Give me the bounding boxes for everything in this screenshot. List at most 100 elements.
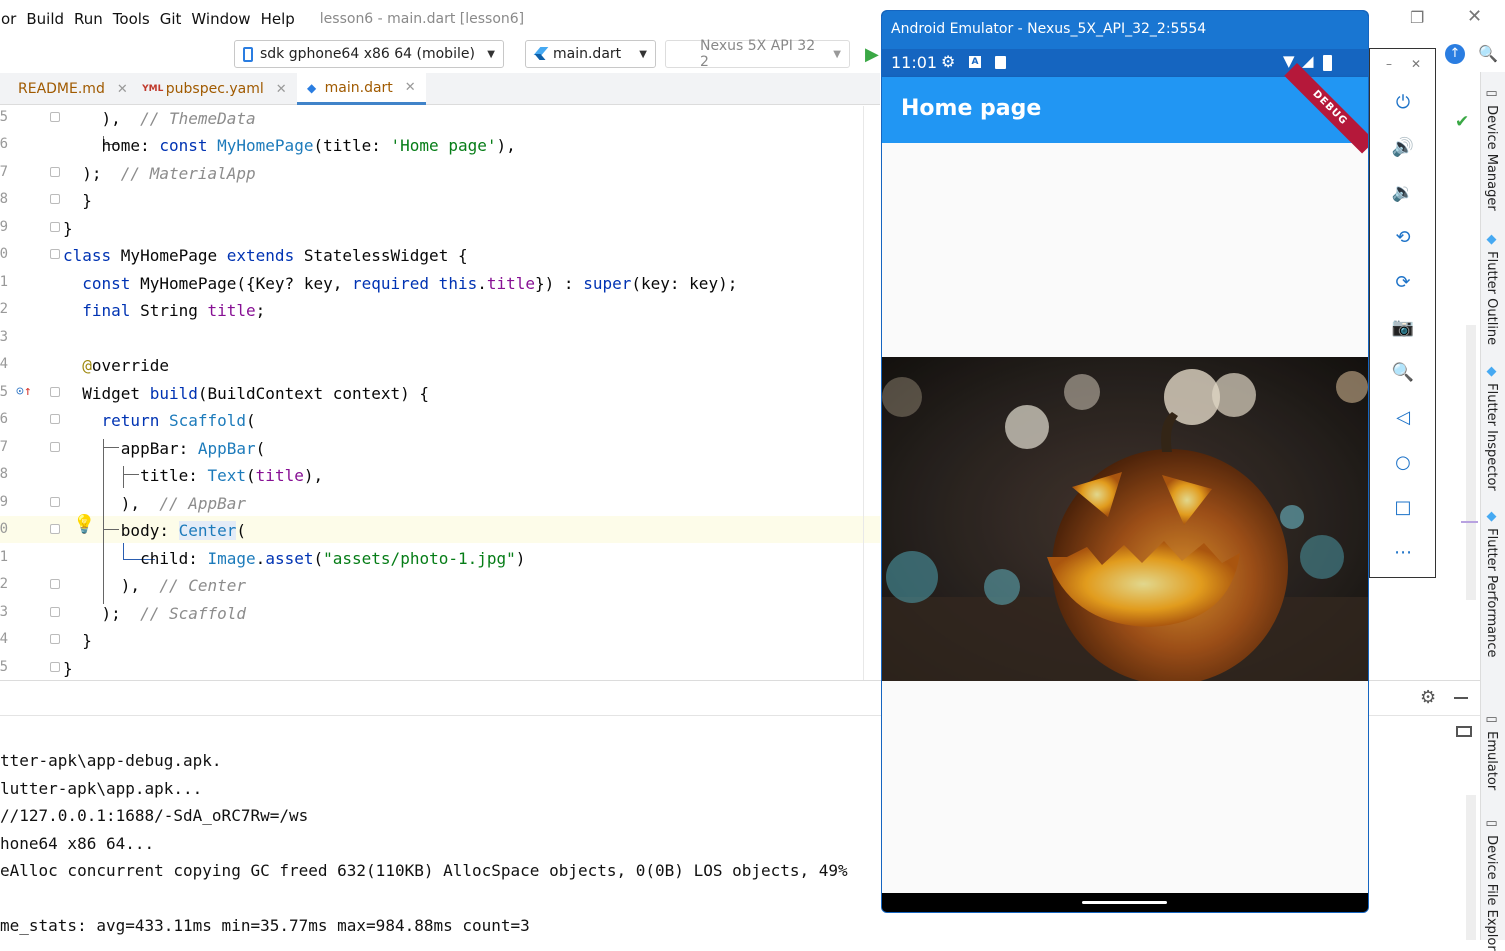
menu-item-help[interactable]: Help bbox=[256, 10, 300, 28]
minimize-icon[interactable] bbox=[1454, 697, 1468, 699]
close-icon[interactable]: ✕ bbox=[405, 80, 416, 95]
fold-marker-icon[interactable] bbox=[50, 662, 60, 672]
fold-marker-icon[interactable] bbox=[50, 387, 60, 397]
home-icon[interactable]: ○ bbox=[1390, 449, 1416, 475]
console-line: lutter-apk\app.apk... bbox=[0, 779, 203, 798]
tab-main-dart[interactable]: ◆ main.dart ✕ bbox=[296, 73, 426, 105]
app-bar-title: Home page bbox=[901, 96, 1042, 121]
app-body[interactable] bbox=[882, 143, 1368, 893]
right-tool-strip: ▭ Device Manager ◆ Flutter Outline ◆ Flu… bbox=[1480, 72, 1505, 951]
line-number: 0 bbox=[0, 246, 8, 262]
line-number: 1 bbox=[0, 549, 8, 565]
code-line: appBar: AppBar( bbox=[63, 439, 266, 458]
volume-down-icon[interactable]: 🔉 bbox=[1390, 179, 1416, 205]
more-icon[interactable]: ⋯ bbox=[1390, 539, 1416, 565]
line-number: 9 bbox=[0, 494, 8, 510]
fold-marker-icon[interactable] bbox=[50, 414, 60, 424]
rotate-left-icon[interactable]: ⟲ bbox=[1390, 224, 1416, 250]
menu-item-git[interactable]: Git bbox=[155, 10, 187, 28]
fold-marker-icon[interactable] bbox=[50, 524, 60, 534]
emulator-title-bar[interactable]: Android Emulator - Nexus_5X_API_32_2:555… bbox=[882, 11, 1368, 49]
gear-icon[interactable]: ⚙ bbox=[1420, 687, 1436, 708]
fold-marker-icon[interactable] bbox=[50, 112, 60, 122]
code-line: @override bbox=[82, 356, 169, 375]
home-gesture-pill[interactable] bbox=[1082, 901, 1167, 904]
tab-readme[interactable]: README.md ✕ bbox=[0, 73, 138, 105]
close-icon[interactable]: ✕ bbox=[276, 82, 287, 97]
code-line: Widget build(BuildContext context) { bbox=[63, 384, 430, 403]
rotate-right-icon[interactable]: ⟳ bbox=[1390, 269, 1416, 295]
search-icon[interactable]: 🔍 bbox=[1478, 44, 1498, 63]
fold-marker-icon[interactable] bbox=[50, 249, 60, 259]
battery-icon bbox=[1323, 55, 1332, 71]
tool-flutter-outline[interactable]: ◆ Flutter Outline bbox=[1484, 232, 1499, 345]
menu-item-build[interactable]: Build bbox=[21, 10, 69, 28]
fold-marker-icon[interactable] bbox=[50, 634, 60, 644]
line-number: 0 bbox=[0, 521, 8, 537]
close-window-icon[interactable]: ✕ bbox=[1467, 6, 1482, 27]
code-line: } bbox=[63, 631, 92, 650]
menu-item-window[interactable]: Window bbox=[186, 10, 255, 28]
fold-marker-icon[interactable] bbox=[50, 497, 60, 507]
chevron-down-icon: ▼ bbox=[639, 48, 647, 60]
back-icon[interactable]: ◁ bbox=[1390, 404, 1416, 430]
tool-device-manager[interactable]: ▭ Device Manager bbox=[1484, 86, 1499, 211]
menu-item-tools[interactable]: Tools bbox=[108, 10, 155, 28]
run-config-selector[interactable]: main.dart ▼ bbox=[525, 40, 656, 68]
line-number: 6 bbox=[0, 411, 8, 427]
fold-marker-icon[interactable] bbox=[50, 194, 60, 204]
zoom-icon[interactable]: 🔍 bbox=[1390, 359, 1416, 385]
run-icon[interactable]: ▶ bbox=[865, 44, 879, 65]
tab-readme-label: README.md bbox=[18, 81, 105, 97]
menu-item-file[interactable]: or bbox=[0, 10, 21, 28]
signal-icon: ◢ bbox=[1302, 52, 1314, 70]
code-line: class MyHomePage extends StatelessWidget… bbox=[63, 246, 468, 265]
avd-selector-label: Nexus 5X API 32 2 bbox=[700, 38, 816, 70]
line-number: 2 bbox=[0, 301, 8, 317]
code-editor[interactable]: 5 6 7 8 9 0 1 2 3 4 5 6 7 8 9 0 1 2 3 4 … bbox=[0, 106, 880, 680]
tool-emulator[interactable]: ▭ Emulator bbox=[1484, 712, 1499, 790]
override-gutter-icon[interactable]: ⊙↑ bbox=[16, 384, 32, 399]
layout-icon[interactable] bbox=[1456, 726, 1472, 737]
code-line: child: Image.asset("assets/photo-1.jpg") bbox=[63, 549, 526, 568]
fold-marker-icon[interactable] bbox=[50, 167, 60, 177]
tool-flutter-performance[interactable]: ◆ Flutter Performance bbox=[1484, 509, 1499, 658]
camera-icon[interactable]: 📷 bbox=[1390, 314, 1416, 340]
device-selector-label: sdk gphone64 x86 64 (mobile) bbox=[260, 46, 475, 62]
volume-up-icon[interactable]: 🔊 bbox=[1390, 134, 1416, 160]
console-line: hone64 x86 64... bbox=[0, 834, 155, 853]
overview-icon[interactable]: □ bbox=[1390, 494, 1416, 520]
settings-icon: ⚙ bbox=[941, 52, 956, 71]
close-icon[interactable]: ✕ bbox=[1411, 57, 1421, 71]
line-number: 7 bbox=[0, 439, 8, 455]
line-number: 5 bbox=[0, 384, 8, 400]
pumpkin-image bbox=[882, 357, 1368, 681]
minimize-icon[interactable]: – bbox=[1386, 57, 1392, 71]
emulator-controls: – ✕ ⏻ 🔊 🔉 ⟲ ⟳ 📷 🔍 ◁ ○ □ ⋯ bbox=[1369, 48, 1436, 578]
emulator-window: Android Emulator - Nexus_5X_API_32_2:555… bbox=[881, 10, 1369, 913]
upload-icon[interactable]: ↑ bbox=[1445, 44, 1465, 64]
line-number: 1 bbox=[0, 274, 8, 290]
menu-item-run[interactable]: Run bbox=[69, 10, 108, 28]
tab-pubspec[interactable]: YML pubspec.yaml ✕ bbox=[138, 73, 297, 105]
android-nav-bar bbox=[882, 893, 1368, 912]
chevron-down-icon: ▼ bbox=[487, 48, 495, 60]
fold-marker-icon[interactable] bbox=[50, 579, 60, 589]
code-line: return Scaffold( bbox=[101, 411, 256, 430]
close-icon[interactable]: ✕ bbox=[117, 82, 128, 97]
code-line: ), // AppBar bbox=[63, 494, 247, 513]
power-icon[interactable]: ⏻ bbox=[1390, 89, 1416, 115]
fold-marker-icon[interactable] bbox=[50, 442, 60, 452]
fold-marker-icon[interactable] bbox=[50, 222, 60, 232]
line-number: 8 bbox=[0, 191, 8, 207]
fold-marker-icon[interactable] bbox=[50, 607, 60, 617]
editor-scrollbar[interactable] bbox=[1466, 325, 1476, 600]
run-console[interactable]: tter-apk\app-debug.apk. lutter-apk\app.a… bbox=[0, 750, 880, 940]
console-scrollbar[interactable] bbox=[1466, 795, 1476, 940]
tool-flutter-inspector[interactable]: ◆ Flutter Inspector bbox=[1484, 364, 1499, 491]
avd-selector[interactable]: Nexus 5X API 32 2 ▼ bbox=[665, 38, 850, 70]
tool-device-file-explorer[interactable]: ▭ Device File Explor bbox=[1484, 816, 1499, 951]
restore-window-icon[interactable]: ❐ bbox=[1410, 8, 1424, 27]
device-selector[interactable]: sdk gphone64 x86 64 (mobile) ▼ bbox=[234, 40, 504, 68]
code-line: ), // ThemeData bbox=[63, 109, 256, 128]
